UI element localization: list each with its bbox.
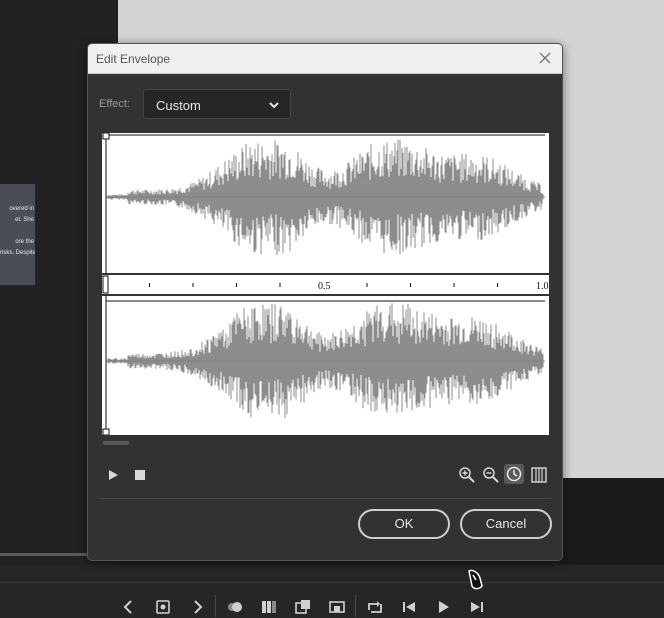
edit-multiple-frames-icon[interactable] (260, 598, 278, 616)
step-forward-icon[interactable] (468, 598, 486, 616)
snippet-line: et. She (14, 217, 34, 223)
waveform-scrollbar[interactable] (103, 441, 129, 445)
toolbar-separator (355, 595, 356, 617)
effect-label: Effect: (99, 98, 130, 110)
paste-frames-icon[interactable] (294, 598, 312, 616)
zoom-in-icon[interactable] (457, 465, 477, 485)
close-icon[interactable] (536, 49, 554, 67)
panel-divider (0, 582, 664, 583)
mouse-cursor-icon (468, 569, 483, 590)
ruler-playhead-handle[interactable] (102, 275, 109, 294)
chevron-left-icon[interactable] (120, 598, 138, 616)
keyframe-add-icon[interactable] (154, 598, 172, 616)
ruler-label-mid: 0.5 (318, 281, 331, 292)
chevron-right-icon[interactable] (188, 598, 206, 616)
ruler-label-end: 1.0 (536, 281, 549, 292)
play-icon[interactable] (106, 468, 120, 482)
snippet-line: overed in (9, 206, 34, 212)
snippet-line: risks. Despite (0, 250, 35, 256)
zoom-out-icon[interactable] (481, 465, 501, 485)
time-ruler: 0.5 1.0 (102, 273, 549, 296)
scrollbar-horizontal[interactable] (0, 553, 90, 556)
ok-button[interactable]: OK (358, 509, 450, 539)
text-snippet: overed in et. She ore the risks. Despite (0, 184, 35, 285)
toolbar-separator (215, 595, 216, 617)
insert-frame-icon[interactable] (328, 598, 346, 616)
frames-icon[interactable] (529, 465, 549, 485)
stop-icon[interactable] (134, 469, 146, 481)
effect-select-value: Custom (156, 98, 201, 113)
pasteboard-area (560, 478, 664, 565)
envelope-waveform-editor[interactable]: 0.5 1.0 (102, 133, 549, 435)
effect-select[interactable]: Custom (143, 89, 291, 119)
dialog-divider (99, 498, 551, 499)
snippet-line: ore the (15, 239, 34, 245)
clock-icon[interactable] (504, 464, 524, 484)
chevron-down-icon (269, 102, 279, 109)
snippet-line (0, 226, 35, 237)
loop-icon[interactable] (366, 598, 384, 616)
dialog-titlebar: Edit Envelope (88, 44, 562, 74)
play-icon[interactable] (434, 598, 452, 616)
dialog-title: Edit Envelope (96, 52, 171, 66)
step-back-icon[interactable] (400, 598, 418, 616)
edit-envelope-dialog: Edit Envelope Effect: Custom 0.5 1.0 OK … (87, 43, 563, 561)
onion-skin-icon[interactable] (226, 598, 244, 616)
envelope-handle[interactable] (102, 428, 110, 435)
cancel-button[interactable]: Cancel (460, 509, 552, 539)
envelope-handle[interactable] (102, 133, 110, 140)
